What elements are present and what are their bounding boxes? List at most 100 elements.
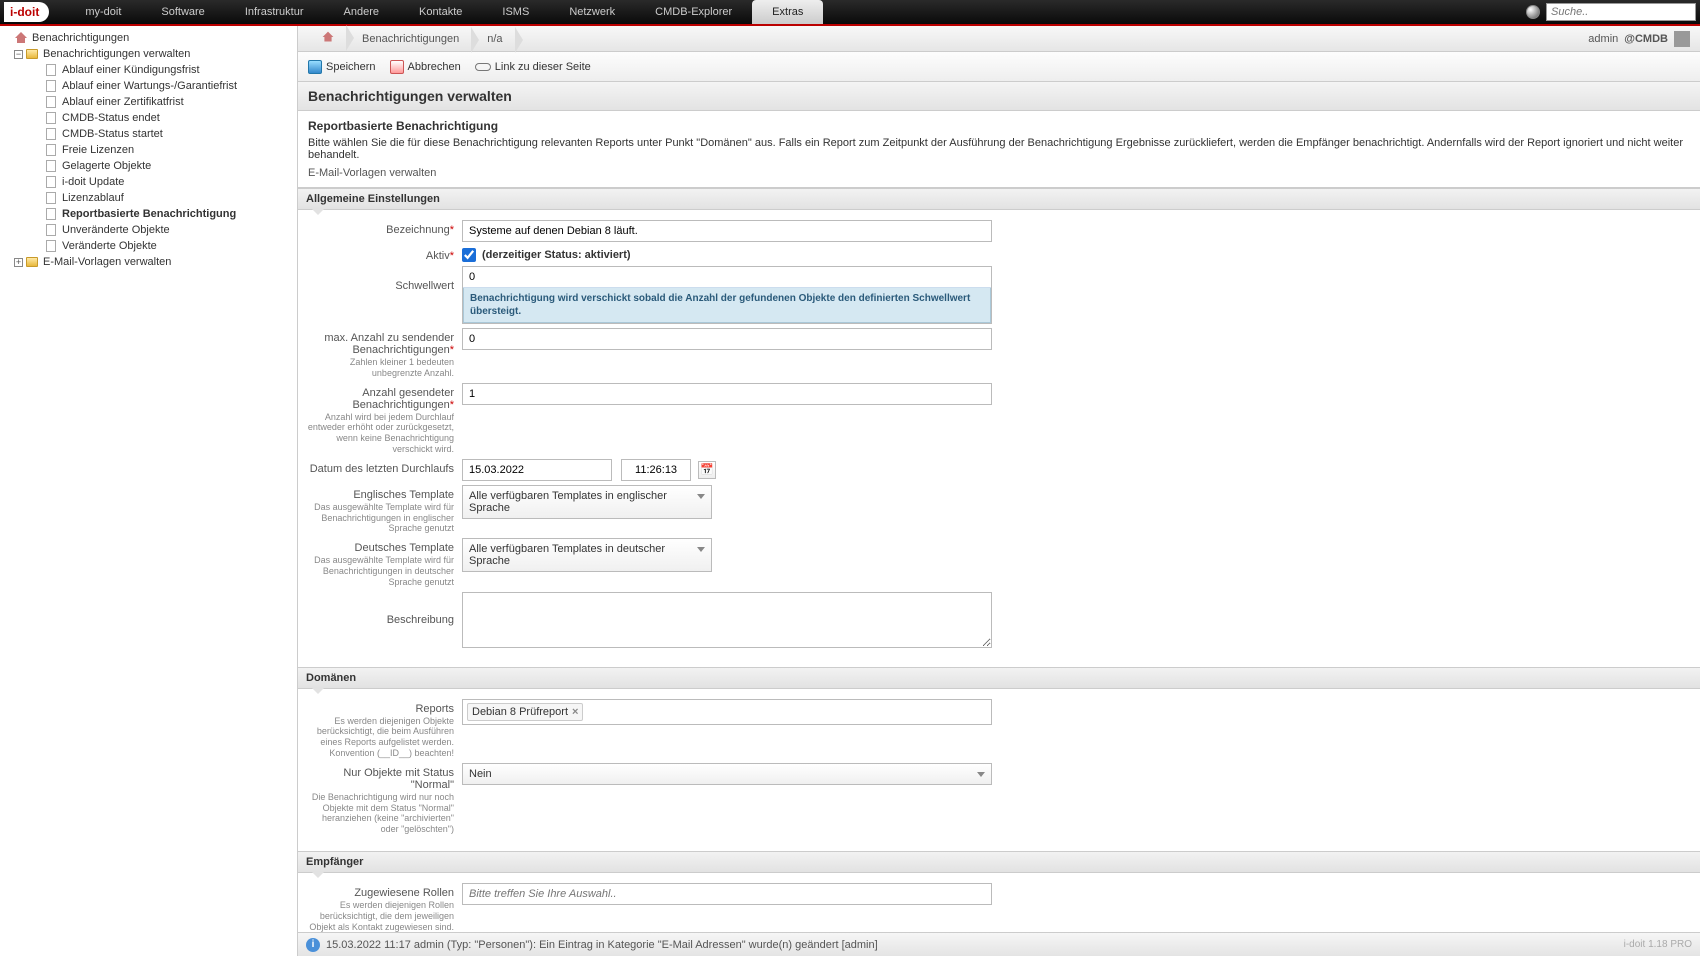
topnav-item-infrastruktur[interactable]: Infrastruktur <box>225 0 324 24</box>
label-max-line2: Benachrichtigungen <box>352 344 449 356</box>
label-aktiv: Aktiv <box>426 250 450 262</box>
page-icon <box>46 224 56 236</box>
avatar-icon[interactable] <box>1674 31 1690 47</box>
label-count: Anzahl gesendeter Benachrichtigungen <box>352 387 454 411</box>
sidebar-email-templates[interactable]: + E-Mail-Vorlagen verwalten <box>0 254 297 270</box>
bezeichnung-input[interactable] <box>462 220 992 242</box>
sidebar-item[interactable]: CMDB-Status startet <box>0 126 297 142</box>
section-recipients: Empfänger <box>298 851 1700 873</box>
max-input[interactable] <box>462 328 992 350</box>
schwellwert-input[interactable] <box>463 267 991 288</box>
page-icon <box>46 192 56 204</box>
normal-select[interactable]: Nein <box>462 763 992 785</box>
lastrun-date-input[interactable] <box>462 459 612 481</box>
expand-icon[interactable]: + <box>14 258 23 267</box>
sidebar-manage[interactable]: − Benachrichtigungen verwalten <box>0 46 297 62</box>
hint-reports: Es werden diejenigen Objekte berücksicht… <box>302 716 454 759</box>
sidebar-item[interactable]: Veränderte Objekte <box>0 238 297 254</box>
intro-text: Bitte wählen Sie die für diese Benachric… <box>308 137 1690 161</box>
tpl-en-select[interactable]: Alle verfügbaren Templates in englischer… <box>462 485 712 519</box>
user-name: admin <box>1588 33 1618 45</box>
topnav-item-isms[interactable]: ISMS <box>482 0 549 24</box>
hint-normal: Die Benachrichtigung wird nur noch Objek… <box>302 792 454 835</box>
permalink-button[interactable]: Link zu dieser Seite <box>475 61 591 73</box>
breadcrumb-home[interactable] <box>308 31 348 46</box>
content: Benachrichtigungen n/a admin @CMDB Speic… <box>298 26 1700 956</box>
label-tpl-de: Deutsches Template <box>355 542 454 554</box>
hint-tpl-de: Das ausgewählte Template wird für Benach… <box>302 555 454 587</box>
sidebar-item[interactable]: Freie Lizenzen <box>0 142 297 158</box>
topnav-item-my-doit[interactable]: my-doit <box>65 0 141 24</box>
footer-message: 15.03.2022 11:17 admin (Typ: "Personen")… <box>326 939 878 951</box>
topnav-item-kontakte[interactable]: Kontakte <box>399 0 482 24</box>
breadcrumb-bar: Benachrichtigungen n/a admin @CMDB <box>298 26 1700 52</box>
page-icon <box>46 176 56 188</box>
info-icon: i <box>306 938 320 952</box>
cancel-button[interactable]: Abbrechen <box>390 60 461 74</box>
page-icon <box>46 240 56 252</box>
email-templates-link[interactable]: E-Mail-Vorlagen verwalten <box>308 167 436 179</box>
label-roles: Zugewiesene Rollen <box>354 887 454 899</box>
topnav-item-software[interactable]: Software <box>141 0 224 24</box>
cancel-icon <box>390 60 404 74</box>
schwellwert-hint: Benachrichtigung wird verschickt sobald … <box>463 288 991 323</box>
hint-tpl-en: Das ausgewählte Template wird für Benach… <box>302 502 454 534</box>
desc-textarea[interactable] <box>462 592 992 648</box>
page-icon <box>46 64 56 76</box>
topnav-item-extras[interactable]: Extras <box>752 0 823 24</box>
roles-input[interactable] <box>462 883 992 905</box>
link-icon <box>475 63 491 71</box>
folder-open-icon <box>26 49 38 59</box>
breadcrumb-item[interactable]: Benachrichtigungen <box>348 33 473 45</box>
tpl-de-select[interactable]: Alle verfügbaren Templates in deutscher … <box>462 538 712 572</box>
section-general: Allgemeine Einstellungen <box>298 188 1700 210</box>
page-icon <box>46 160 56 172</box>
topnav-item-andere[interactable]: Andere <box>324 0 399 24</box>
topnav-item-netzwerk[interactable]: Netzwerk <box>549 0 635 24</box>
sidebar-root[interactable]: Benachrichtigungen <box>0 30 297 46</box>
sidebar-item[interactable]: Ablauf einer Zertifikatfrist <box>0 94 297 110</box>
page-icon <box>46 96 56 108</box>
save-button[interactable]: Speichern <box>308 60 376 74</box>
home-icon <box>15 32 27 44</box>
search-input[interactable] <box>1546 3 1696 21</box>
sidebar-item[interactable]: Ablauf einer Kündigungsfrist <box>0 62 297 78</box>
sidebar-item[interactable]: Unveränderte Objekte <box>0 222 297 238</box>
aktiv-status: (derzeitiger Status: aktiviert) <box>482 249 631 261</box>
lastrun-time-input[interactable] <box>621 459 691 481</box>
label-desc: Beschreibung <box>387 614 454 626</box>
sidebar-item[interactable]: CMDB-Status endet <box>0 110 297 126</box>
collapse-icon[interactable]: − <box>14 50 23 59</box>
sidebar-item[interactable]: Ablauf einer Wartungs-/Garantiefrist <box>0 78 297 94</box>
topbar-right <box>1526 3 1696 21</box>
page-icon <box>46 208 56 220</box>
page-icon <box>46 144 56 156</box>
save-icon <box>308 60 322 74</box>
topnav: my-doitSoftwareInfrastrukturAndereKontak… <box>65 0 1526 24</box>
intro-box: Reportbasierte Benachrichtigung Bitte wä… <box>298 111 1700 188</box>
remove-tag-icon[interactable]: × <box>572 706 578 718</box>
count-input[interactable] <box>462 383 992 405</box>
sidebar-item[interactable]: Gelagerte Objekte <box>0 158 297 174</box>
report-tag: Debian 8 Prüfreport × <box>467 703 583 721</box>
home-icon <box>323 32 334 43</box>
sidebar-item[interactable]: Reportbasierte Benachrichtigung <box>0 206 297 222</box>
sidebar-item[interactable]: i-doit Update <box>0 174 297 190</box>
logo[interactable]: i-doit <box>4 2 49 22</box>
topbar: i-doit my-doitSoftwareInfrastrukturAnder… <box>0 0 1700 26</box>
language-icon[interactable] <box>1526 5 1540 19</box>
sidebar-item[interactable]: Lizenzablauf <box>0 190 297 206</box>
breadcrumb-item: n/a <box>473 33 516 45</box>
label-schwellwert: Schwellwert <box>395 280 454 292</box>
footer-version: i-doit 1.18 PRO <box>1624 939 1692 950</box>
label-tpl-en: Englisches Template <box>353 489 454 501</box>
aktiv-checkbox[interactable] <box>462 248 476 262</box>
reports-tagbox[interactable]: Debian 8 Prüfreport × <box>462 699 992 725</box>
hint-count: Anzahl wird bei jedem Durchlauf entweder… <box>302 412 454 455</box>
label-bezeichnung: Bezeichnung <box>386 224 450 236</box>
user-realm: @CMDB <box>1624 33 1668 45</box>
topnav-item-cmdb-explorer[interactable]: CMDB-Explorer <box>635 0 752 24</box>
calendar-icon[interactable]: 📅 <box>698 461 716 479</box>
label-normal: Nur Objekte mit Status "Normal" <box>343 767 454 791</box>
folder-icon <box>26 257 38 267</box>
